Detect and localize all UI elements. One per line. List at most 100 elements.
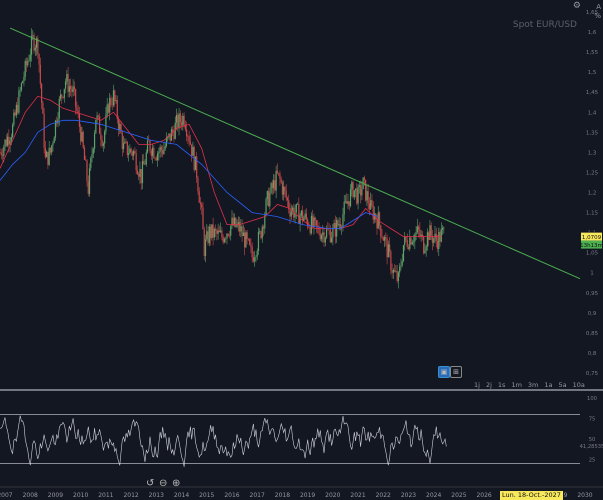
candle-body (27, 61, 29, 66)
candle-body (198, 191, 200, 203)
candle-body (4, 139, 6, 147)
candle-body (371, 200, 373, 206)
candle-body (385, 237, 387, 239)
candle-body (177, 114, 179, 129)
range-button-1s[interactable]: 1s (498, 381, 506, 393)
candle-body (228, 235, 231, 237)
candle-body (67, 74, 69, 92)
chart-canvas[interactable]: 1,651,61,551,51,451,41,351,31,251,21,151… (0, 0, 603, 500)
time-tick-label: 2026 (476, 492, 491, 499)
candle-body (346, 201, 348, 204)
candle-body (110, 97, 112, 105)
candle-body (302, 210, 304, 221)
candle-body (192, 147, 194, 156)
candle-body (138, 174, 140, 177)
price-tick-label: 1,05 (586, 251, 599, 257)
candle-body (51, 145, 53, 153)
zoom-in-icon[interactable]: ⊕ (172, 478, 180, 489)
candle-body (412, 241, 415, 243)
gear-icon[interactable]: ⚙ (573, 1, 581, 11)
candle-body (436, 241, 439, 249)
candle-body (97, 115, 99, 117)
range-button-3m[interactable]: 3m (528, 381, 538, 393)
candle-body (329, 230, 331, 243)
candle-body (416, 226, 418, 233)
candle-body (237, 222, 239, 225)
oscillator-line (0, 415, 447, 467)
candle-body (62, 97, 64, 98)
range-button-1m[interactable]: 1m (511, 381, 521, 393)
candle-body (256, 250, 258, 257)
candle-body (349, 189, 352, 207)
candle-body (324, 237, 326, 243)
candle-body (122, 143, 125, 150)
candle-body (299, 215, 301, 224)
candlestick-series (0, 28, 445, 289)
candle-body (313, 217, 315, 227)
candle-body (157, 153, 159, 161)
time-tick-label: 2024 (426, 492, 441, 499)
candle-body (241, 226, 243, 237)
price-tick-label: 1,45 (586, 90, 599, 96)
candle-body (109, 97, 111, 113)
candle-body (317, 225, 319, 227)
zoom-out-icon[interactable]: ⊖ (159, 478, 167, 489)
candle-body (356, 188, 358, 204)
chart-type-icon[interactable]: ▣ (438, 366, 450, 378)
candle-body (426, 232, 429, 247)
candle-body (363, 177, 365, 180)
candle-body (218, 230, 220, 233)
candle-body (386, 238, 388, 258)
range-button-1a[interactable]: 1a (544, 381, 552, 393)
candle-body (420, 234, 422, 237)
candle-body (141, 161, 144, 184)
candle-body (378, 212, 381, 226)
range-button-1j[interactable]: 1j (474, 381, 480, 393)
candle-body (334, 223, 336, 237)
candle-body (216, 230, 218, 234)
candle-body (257, 231, 260, 251)
range-button-2j[interactable]: 2j (486, 381, 492, 393)
candle-body (245, 232, 247, 248)
candle-body (410, 237, 412, 245)
bar-countdown-label: 13h13m (580, 243, 603, 249)
candle-body (319, 233, 321, 240)
candle-body (322, 232, 324, 235)
candle-body (383, 237, 386, 241)
candle-body (165, 137, 168, 147)
price-tick-label: 1,6 (588, 30, 597, 36)
candle-body (358, 185, 360, 187)
candle-body (139, 169, 141, 177)
candle-body (279, 173, 281, 179)
range-button-10a[interactable]: 10a (573, 381, 585, 393)
undo-icon[interactable]: ↺ (146, 478, 154, 489)
candle-body (5, 139, 7, 146)
candle-body (404, 236, 406, 245)
candle-body (143, 161, 145, 165)
candle-body (87, 181, 89, 194)
candle-body (348, 201, 350, 207)
trendline[interactable] (9, 27, 581, 280)
time-tick-label: 2021 (350, 492, 365, 499)
candle-body (259, 231, 261, 232)
auto-scale-button[interactable]: A (596, 3, 601, 11)
compare-icon[interactable]: ⊞ (450, 366, 462, 378)
candle-body (114, 90, 116, 102)
candle-body (366, 191, 368, 201)
candle-body (93, 133, 96, 149)
candle-body (415, 232, 417, 235)
candle-body (254, 257, 256, 262)
candle-body (262, 226, 265, 229)
range-button-5a[interactable]: 5a (559, 381, 567, 393)
candle-body (261, 226, 263, 239)
candle-body (270, 183, 272, 193)
candle-body (112, 90, 115, 106)
candle-body (13, 112, 15, 125)
time-tick-label: 2011 (98, 492, 113, 499)
candle-body (153, 147, 155, 158)
candle-body (80, 126, 82, 142)
percent-scale-button[interactable]: % (594, 12, 601, 20)
candle-body (434, 233, 436, 239)
time-tick-label: 2023 (401, 492, 416, 499)
price-tick-label: 1,35 (586, 130, 599, 136)
